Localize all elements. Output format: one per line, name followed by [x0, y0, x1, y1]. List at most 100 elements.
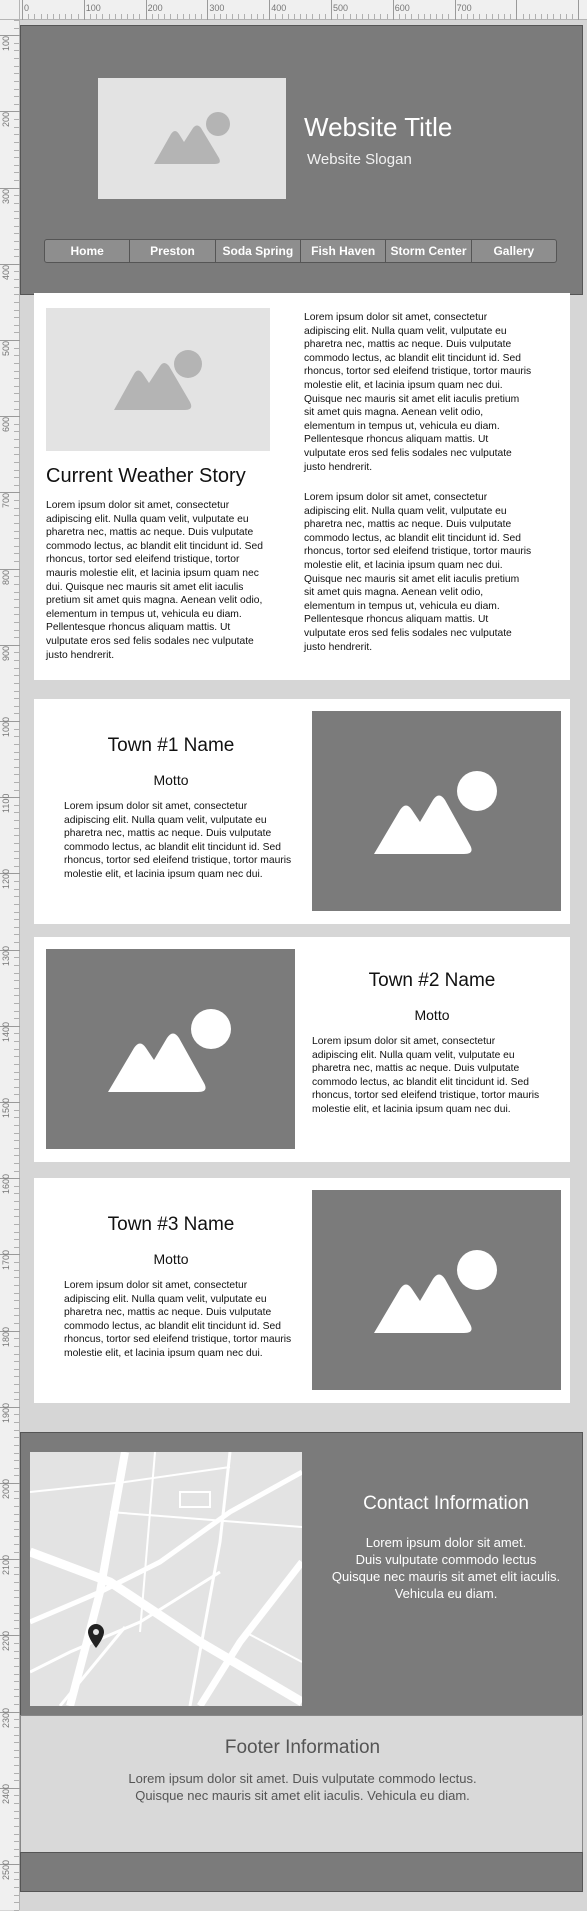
ruler-tick — [14, 1163, 19, 1164]
ruler-tick — [14, 538, 19, 540]
ruler-tick — [14, 987, 19, 989]
ruler-tick — [145, 0, 147, 20]
ruler-tick — [14, 1825, 19, 1827]
ruler-tick — [14, 850, 19, 852]
ruler-tick — [14, 1810, 19, 1812]
ruler-tick — [14, 919, 19, 921]
ruler-tick — [14, 583, 19, 585]
nav-item-soda-spring[interactable]: Soda Spring — [216, 240, 301, 262]
ruler-tick — [337, 14, 339, 19]
ruler-tick — [14, 1056, 19, 1058]
ruler-label: 2500 — [1, 1860, 11, 1881]
ruler-tick — [14, 1528, 19, 1530]
ruler-tick — [14, 1223, 19, 1225]
ruler-tick — [14, 637, 19, 639]
map-placeholder — [30, 1452, 302, 1706]
ruler-tick — [14, 888, 19, 890]
site-footer: Footer Information Lorem ipsum dolor sit… — [20, 1715, 583, 1858]
ruler-label: 2100 — [1, 1555, 11, 1576]
ruler-tick — [14, 1886, 19, 1888]
ruler-tick — [14, 789, 19, 791]
ruler-tick — [14, 1216, 19, 1218]
weather-story-heading: Current Weather Story — [46, 465, 246, 487]
ruler-tick — [108, 14, 110, 19]
map-pin-icon[interactable] — [88, 1624, 104, 1648]
ruler-tick — [14, 926, 19, 928]
ruler-tick — [14, 408, 19, 410]
ruler-tick — [188, 14, 190, 19]
ruler-tick — [14, 286, 19, 288]
ruler-label: 100 — [1, 36, 11, 52]
ruler-tick — [14, 1124, 19, 1126]
ruler-tick — [14, 606, 19, 608]
ruler-label: 2300 — [1, 1707, 11, 1728]
ruler-tick — [14, 1742, 19, 1744]
ruler-tick — [14, 903, 19, 905]
ruler-tick — [14, 1422, 19, 1424]
ruler-label: 2400 — [1, 1783, 11, 1804]
ruler-tick — [14, 1833, 19, 1835]
ruler-label: 600 — [1, 417, 11, 433]
ruler-tick — [83, 0, 85, 20]
ruler-tick — [225, 14, 227, 19]
ruler-tick — [14, 1643, 19, 1645]
ruler-tick — [127, 14, 129, 19]
ruler-label: 2200 — [1, 1631, 11, 1652]
nav-item-storm-center[interactable]: Storm Center — [386, 240, 472, 262]
ruler-tick — [14, 1490, 19, 1492]
town-card-1: Town #1 Name Motto Lorem ipsum dolor sit… — [34, 699, 570, 924]
ruler-tick — [510, 14, 512, 19]
ruler-tick — [324, 14, 326, 19]
ruler-tick — [14, 1399, 19, 1401]
ruler-tick — [448, 14, 450, 19]
ruler-tick — [28, 14, 30, 19]
nav-item-fish-haven[interactable]: Fish Haven — [301, 240, 387, 262]
town-1-text: Lorem ipsum dolor sit amet, consectetur … — [64, 801, 292, 880]
ruler-tick — [429, 14, 431, 19]
ruler-tick — [77, 14, 79, 19]
ruler-tick — [14, 149, 19, 151]
ruler-tick — [497, 14, 499, 19]
ruler-tick — [14, 530, 19, 532]
ruler-tick — [14, 461, 19, 463]
ruler-tick — [14, 1589, 19, 1591]
contact-heading: Contact Information — [363, 1493, 529, 1514]
ruler-tick — [14, 1071, 19, 1073]
ruler-tick — [423, 14, 425, 19]
ruler-label: 800 — [1, 569, 11, 585]
ruler-tick — [504, 14, 506, 19]
nav-item-preston[interactable]: Preston — [130, 240, 216, 262]
ruler-tick — [14, 827, 19, 829]
ruler-tick — [157, 14, 159, 19]
ruler-tick — [14, 812, 19, 814]
ruler-tick — [14, 1780, 19, 1782]
ruler-tick — [14, 1726, 19, 1728]
ruler-tick — [14, 629, 19, 631]
ruler-tick — [14, 1002, 19, 1004]
nav-item-home[interactable]: Home — [45, 240, 131, 262]
weather-story-section: Current Weather Story Lorem ipsum dolor … — [34, 293, 570, 680]
ruler-tick — [182, 14, 184, 19]
ruler-tick — [14, 1719, 19, 1721]
page-canvas: Website Title Website Slogan Home Presto… — [20, 20, 587, 1910]
ruler-tick — [14, 1315, 19, 1317]
ruler-tick — [454, 0, 456, 20]
ruler-tick — [14, 1597, 19, 1599]
footer-heading: Footer Information — [224, 1737, 381, 1758]
ruler-tick — [14, 1147, 19, 1149]
ruler-tick — [14, 705, 19, 707]
nav-item-gallery[interactable]: Gallery — [472, 240, 556, 262]
ruler-tick — [14, 218, 19, 220]
ruler-tick — [318, 14, 320, 19]
ruler-tick — [14, 256, 19, 258]
ruler-tick — [386, 14, 388, 19]
town-2-text: Lorem ipsum dolor sit amet, consectetur … — [312, 1036, 540, 1115]
contact-section: Contact Information Lorem ipsum dolor si… — [20, 1432, 583, 1722]
ruler-tick — [14, 271, 19, 273]
ruler-tick — [14, 1262, 19, 1264]
ruler-tick — [14, 743, 19, 745]
bottom-bar — [20, 1852, 583, 1892]
ruler-tick — [14, 1414, 19, 1416]
ruler-tick — [14, 248, 19, 250]
ruler-tick — [14, 591, 19, 593]
